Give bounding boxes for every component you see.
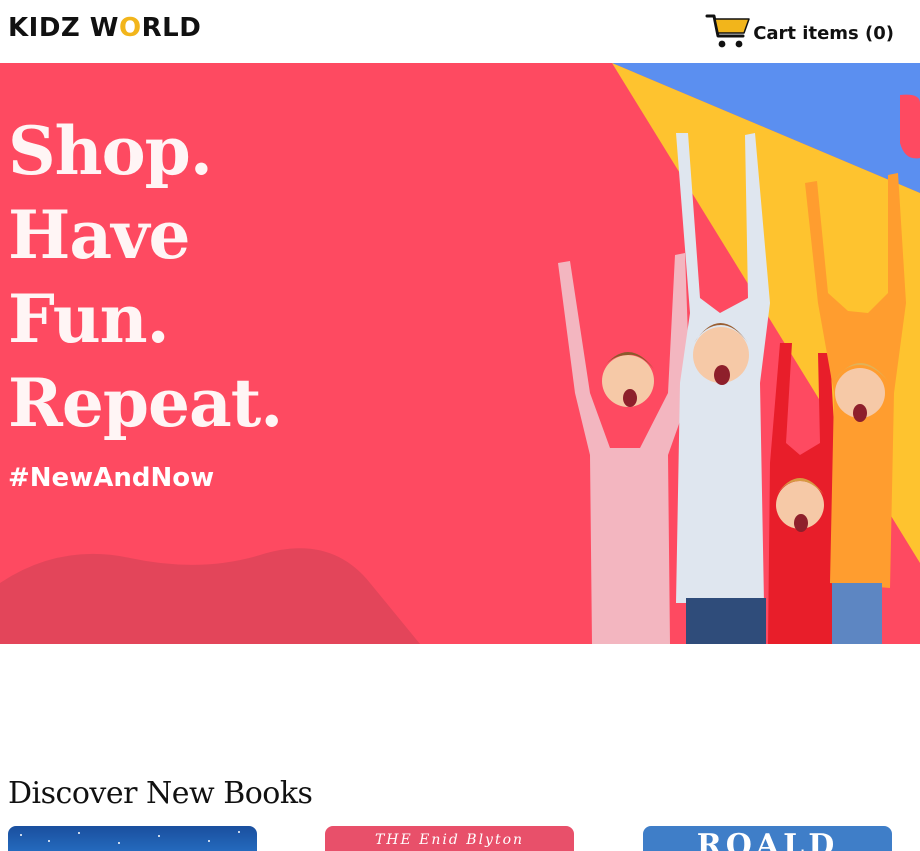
book-cover-text: THE Enid Blyton — [374, 832, 525, 848]
hero-headline: Shop. Have Fun. Repeat. — [8, 109, 283, 445]
site-logo[interactable]: KIDZ WORLD — [8, 12, 201, 44]
cart-button[interactable]: Cart items (0) — [705, 12, 894, 54]
book-card[interactable]: ROALD — [643, 826, 892, 851]
headline-line-4: Repeat. — [8, 364, 283, 442]
shopping-cart-icon — [705, 12, 751, 54]
book-card[interactable] — [8, 826, 257, 851]
logo-text-left: KIDZ W — [8, 13, 119, 43]
headline-line-3: Fun. — [8, 280, 170, 358]
book-cover-text: ROALD — [696, 828, 839, 851]
headline-line-1: Shop. — [8, 112, 213, 190]
cart-items-label: Cart items (0) — [753, 22, 894, 44]
logo-text-right: RLD — [141, 13, 202, 43]
hero-hashtag: #NewAndNow — [8, 463, 215, 493]
hero-banner[interactable]: Shop. Have Fun. Repeat. #NewAndNow — [0, 63, 920, 644]
headline-line-2: Have — [8, 196, 190, 274]
book-card[interactable]: THE Enid Blyton — [325, 826, 574, 851]
section-title: Discover New Books — [8, 776, 313, 811]
book-list: THE Enid Blyton ROALD — [8, 826, 912, 851]
logo-text-o: O — [119, 13, 142, 43]
site-header: KIDZ WORLD Cart items (0) — [0, 0, 920, 63]
